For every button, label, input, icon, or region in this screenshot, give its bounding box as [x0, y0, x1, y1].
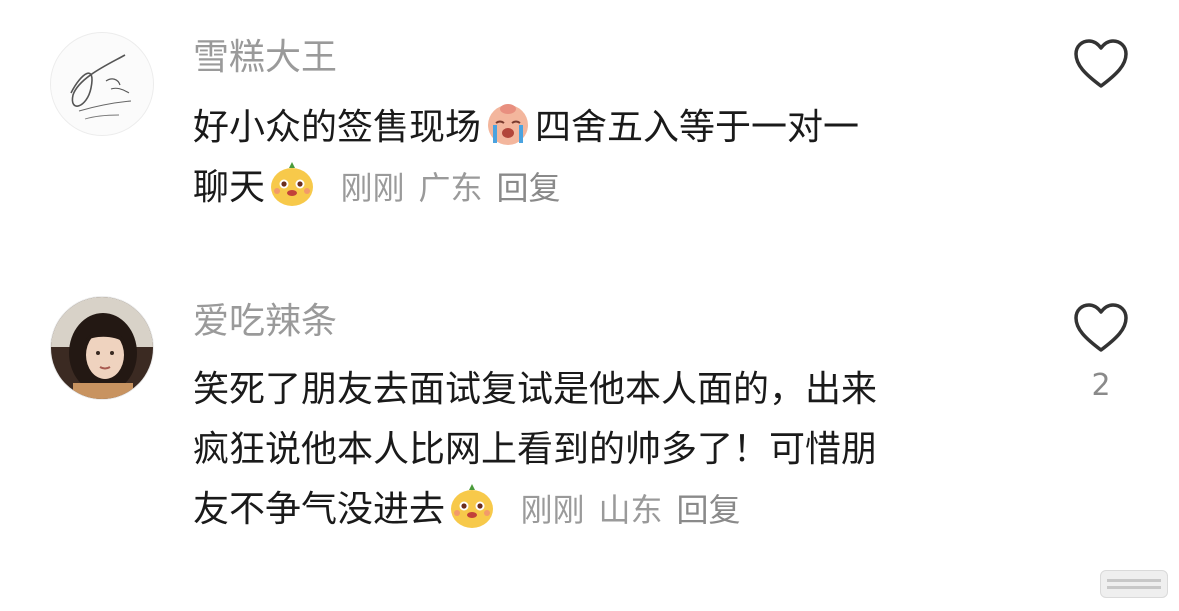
comment-text: 笑死了朋友去面试复试是他本人面的，出来 疯狂说他本人比网上看到的帅多了！可惜朋 … [193, 360, 1023, 540]
comment-location: 山东 [598, 491, 663, 529]
comment-text-line: 疯狂说他本人比网上看到的帅多了！可惜朋 [193, 429, 878, 470]
comment-location: 广东 [418, 169, 483, 207]
reply-button[interactable]: 回复 [497, 169, 561, 207]
comment-meta: 刚刚 山东 回复 [520, 491, 754, 529]
profile-photo-icon [51, 297, 153, 399]
comment-text: 好小众的签售现场 四舍五入等于一对一 聊天 刚刚 广东 回复 [193, 98, 1023, 218]
username[interactable]: 爱吃辣条 [193, 300, 337, 344]
comment-item: 雪糕大王 好小众的签售现场 四舍五入等于一对一 聊天 刚刚 广东 回复 [0, 0, 1179, 250]
avatar[interactable] [50, 32, 154, 136]
avatar[interactable] [50, 296, 154, 400]
smiling-dog-emoji-icon [271, 162, 314, 206]
comment-text-line: 聊天 [193, 167, 266, 208]
scrollbar-handle[interactable] [1100, 570, 1168, 598]
comment-meta: 刚刚 广东 回复 [340, 169, 574, 207]
scrollbar-grip-line [1107, 579, 1161, 582]
scrollbar-grip-line [1107, 586, 1161, 589]
like-count: 2 [1091, 368, 1111, 403]
comment-text-line: 好小众的签售现场 [193, 107, 482, 148]
reply-button[interactable]: 回复 [677, 491, 741, 529]
username[interactable]: 雪糕大王 [193, 36, 337, 80]
comment-time: 刚刚 [520, 491, 585, 529]
comment-item: 爱吃辣条 笑死了朋友去面试复试是他本人面的，出来 疯狂说他本人比网上看到的帅多了… [0, 280, 1179, 580]
comment-time: 刚刚 [340, 169, 405, 207]
comment-text-line: 四舍五入等于一对一 [535, 107, 860, 148]
smiling-dog-emoji-icon [451, 484, 494, 528]
crying-emoji-icon [488, 104, 529, 145]
heart-icon[interactable] [1073, 302, 1129, 354]
comment-text-line: 友不争气没进去 [193, 489, 446, 530]
handwritten-logo-icon [51, 33, 153, 135]
comment-text-line: 笑死了朋友去面试复试是他本人面的，出来 [193, 369, 878, 410]
heart-icon[interactable] [1073, 38, 1129, 90]
